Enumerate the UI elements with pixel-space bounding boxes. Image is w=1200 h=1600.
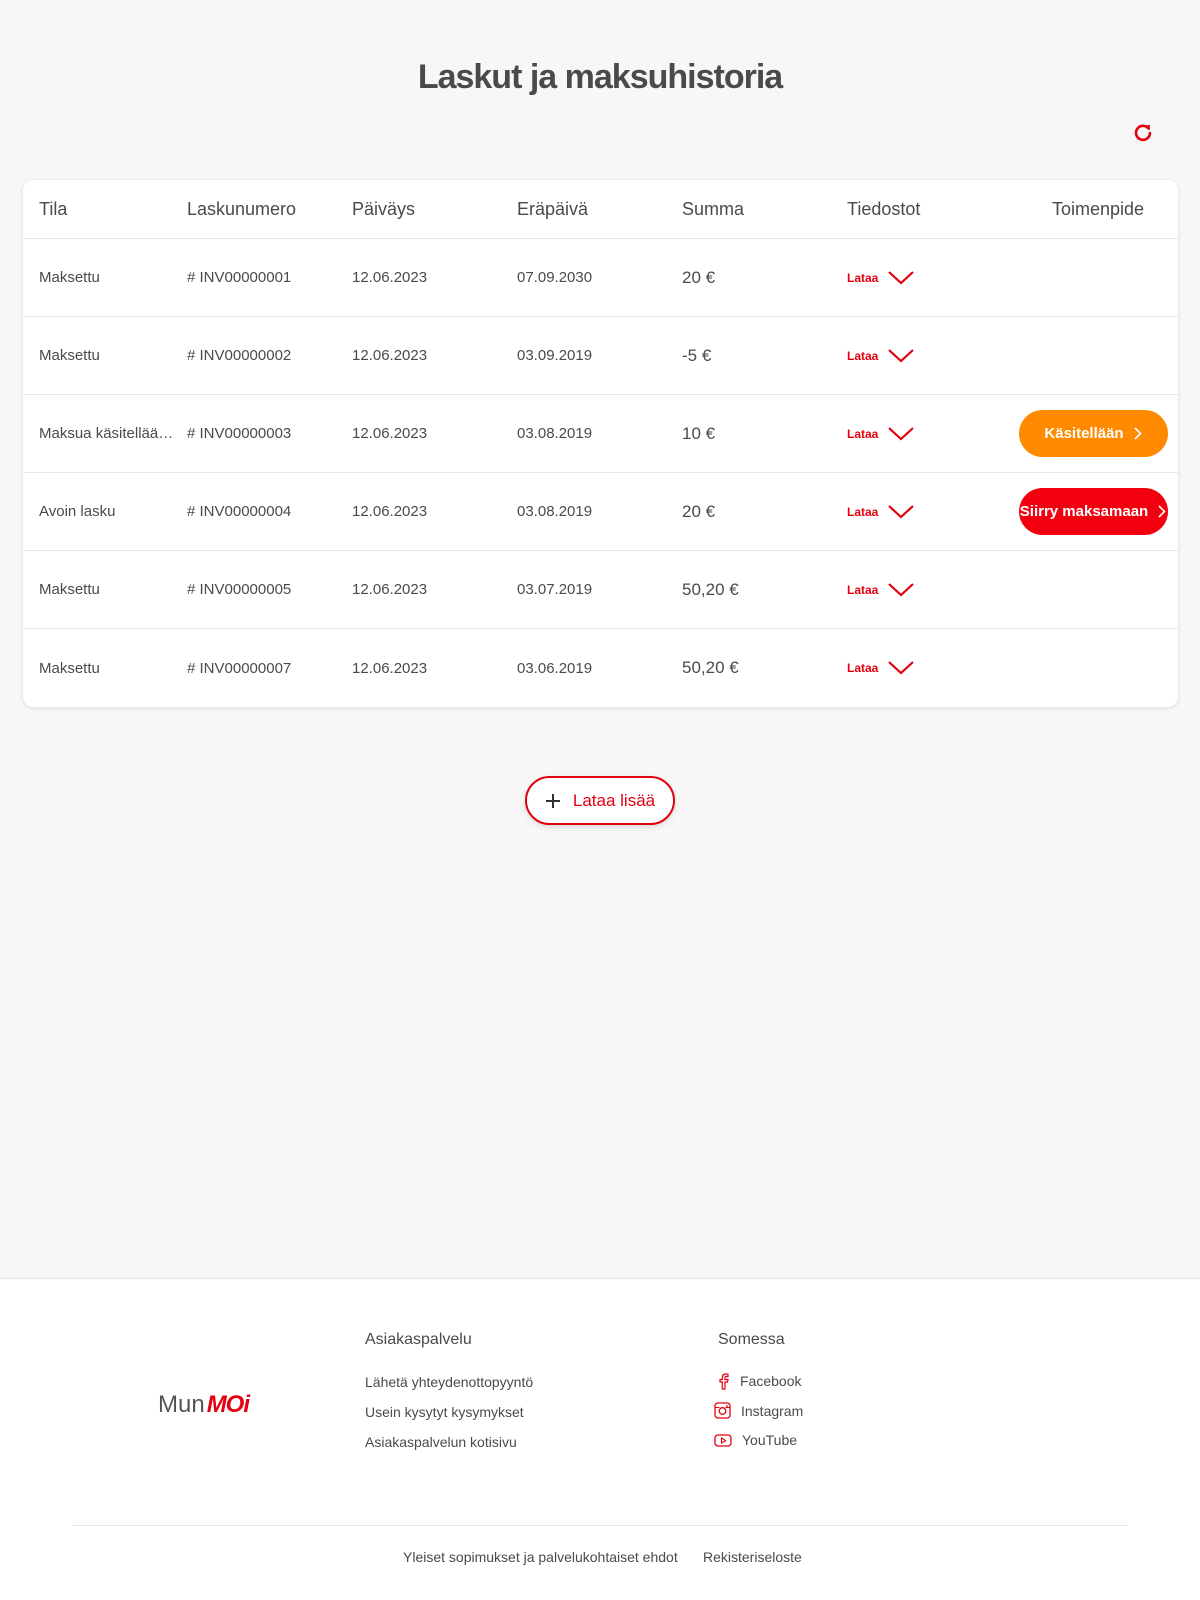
invoice-number: # INV00000002 bbox=[187, 347, 292, 364]
table-row: Maksettu # INV00000001 12.06.2023 07.09.… bbox=[23, 239, 1178, 317]
logo[interactable]: Mun MOi bbox=[158, 1391, 250, 1419]
invoice-table: Tila Laskunumero Päiväys Eräpäivä Summa … bbox=[23, 180, 1178, 707]
download-label: Lataa bbox=[847, 270, 879, 285]
invoice-date: 12.06.2023 bbox=[352, 581, 428, 598]
pay-now-button[interactable]: Siirry maksamaan bbox=[1018, 488, 1168, 535]
facebook-icon bbox=[719, 1373, 729, 1390]
invoice-date: 12.06.2023 bbox=[352, 347, 428, 364]
facebook-label: Facebook bbox=[740, 1373, 802, 1389]
privacy-register-link[interactable]: Rekisteriseloste bbox=[703, 1549, 802, 1565]
logo-moi: MOi bbox=[206, 1391, 250, 1418]
table-row: Maksettu # INV00000002 12.06.2023 03.09.… bbox=[23, 317, 1178, 395]
chevron-down-icon bbox=[888, 426, 915, 440]
download-dropdown[interactable]: Lataa bbox=[847, 348, 915, 363]
status-text: Maksettu bbox=[39, 269, 100, 286]
status-text: Maksettu bbox=[39, 581, 100, 598]
chevron-down-icon bbox=[888, 270, 915, 284]
download-dropdown[interactable]: Lataa bbox=[847, 661, 915, 675]
invoice-amount: 20 € bbox=[682, 501, 716, 521]
processing-button-label: Käsitellään bbox=[1044, 425, 1124, 442]
download-label: Lataa bbox=[847, 348, 879, 363]
chevron-down-icon bbox=[888, 582, 915, 596]
table-row: Maksettu # INV00000007 12.06.2023 03.06.… bbox=[23, 629, 1178, 707]
customer-service-home-link[interactable]: Asiakaspalvelun kotisivu bbox=[365, 1434, 517, 1450]
processing-button[interactable]: Käsitellään bbox=[1018, 410, 1168, 457]
refresh-icon[interactable] bbox=[1132, 122, 1154, 144]
invoice-amount: 20 € bbox=[682, 267, 716, 287]
invoice-due-date: 03.06.2019 bbox=[517, 659, 593, 677]
invoice-due-date: 03.08.2019 bbox=[517, 425, 593, 442]
facebook-link[interactable]: Facebook bbox=[716, 1372, 801, 1390]
header-date: Päiväys bbox=[352, 198, 416, 219]
load-more-button[interactable]: Lataa lisää bbox=[525, 776, 675, 825]
invoice-date: 12.06.2023 bbox=[352, 269, 428, 286]
invoice-number: # INV00000007 bbox=[187, 659, 292, 677]
chevron-down-icon bbox=[888, 661, 915, 675]
table-row: Maksua käsitellään... # INV00000003 12.0… bbox=[23, 395, 1178, 473]
invoice-number: # INV00000003 bbox=[187, 425, 292, 442]
invoice-amount: 50,20 € bbox=[682, 658, 739, 677]
table-row: Maksettu # INV00000005 12.06.2023 03.07.… bbox=[23, 551, 1178, 629]
social-title: Somessa bbox=[718, 1331, 785, 1348]
header-action: Toimenpide bbox=[1051, 198, 1145, 219]
chevron-down-icon bbox=[888, 504, 915, 518]
header-status: Tila bbox=[39, 198, 68, 219]
download-label: Lataa bbox=[847, 582, 879, 597]
invoice-due-date: 07.09.2030 bbox=[517, 269, 593, 286]
download-dropdown[interactable]: Lataa bbox=[847, 426, 915, 441]
invoice-due-date: 03.09.2019 bbox=[517, 347, 593, 364]
youtube-icon bbox=[714, 1433, 732, 1447]
youtube-label: YouTube bbox=[742, 1432, 798, 1448]
download-label: Lataa bbox=[847, 426, 879, 441]
header-files: Tiedostot bbox=[847, 198, 921, 219]
invoice-amount: 50,20 € bbox=[682, 579, 739, 599]
footer-divider bbox=[73, 1525, 1127, 1526]
page-title: Laskut ja maksuhistoria bbox=[417, 58, 783, 96]
download-dropdown[interactable]: Lataa bbox=[847, 270, 915, 285]
header-due-date: Eräpäivä bbox=[517, 198, 589, 219]
download-label: Lataa bbox=[847, 661, 879, 675]
contact-request-link[interactable]: Lähetä yhteydenottopyyntö bbox=[365, 1374, 533, 1390]
download-label: Lataa bbox=[847, 504, 879, 519]
invoice-due-date: 03.07.2019 bbox=[517, 581, 593, 598]
download-dropdown[interactable]: Lataa bbox=[847, 582, 915, 597]
status-text: Maksua käsitellään... bbox=[39, 425, 175, 442]
status-text: Avoin lasku bbox=[39, 503, 116, 520]
invoice-date: 12.06.2023 bbox=[352, 425, 428, 442]
instagram-icon bbox=[714, 1402, 731, 1419]
header-number: Laskunumero bbox=[187, 198, 297, 219]
invoice-number: # INV00000004 bbox=[187, 503, 292, 520]
pay-now-button-label: Siirry maksamaan bbox=[1019, 503, 1149, 520]
invoice-date: 12.06.2023 bbox=[352, 659, 428, 677]
instagram-link[interactable]: Instagram bbox=[714, 1402, 803, 1419]
status-text: Maksettu bbox=[39, 659, 100, 677]
table-row: Avoin lasku # INV00000004 12.06.2023 03.… bbox=[23, 473, 1178, 551]
invoice-due-date: 03.08.2019 bbox=[517, 503, 593, 520]
instagram-label: Instagram bbox=[741, 1402, 804, 1419]
terms-link[interactable]: Yleiset sopimukset ja palvelukohtaiset e… bbox=[403, 1549, 678, 1565]
chevron-right-icon bbox=[1158, 505, 1166, 518]
invoice-amount: -5 € bbox=[682, 345, 712, 365]
download-dropdown[interactable]: Lataa bbox=[847, 504, 915, 519]
invoice-amount: 10 € bbox=[682, 423, 716, 443]
faq-link[interactable]: Usein kysytyt kysymykset bbox=[365, 1404, 524, 1420]
plus-icon bbox=[545, 793, 560, 808]
header-amount: Summa bbox=[682, 198, 745, 219]
table-header-row: Tila Laskunumero Päiväys Eräpäivä Summa … bbox=[23, 180, 1178, 239]
chevron-down-icon bbox=[888, 348, 915, 362]
status-text: Maksettu bbox=[39, 347, 100, 364]
load-more-label: Lataa lisää bbox=[572, 790, 656, 810]
customer-service-title: Asiakaspalvelu bbox=[365, 1331, 472, 1348]
invoice-date: 12.06.2023 bbox=[352, 503, 428, 520]
invoice-number: # INV00000001 bbox=[187, 269, 292, 286]
youtube-link[interactable]: YouTube bbox=[714, 1432, 797, 1448]
logo-mun: Mun bbox=[158, 1391, 205, 1418]
footer: Mun MOi Asiakaspalvelu Lähetä yhteydenot… bbox=[0, 1278, 1200, 1600]
chevron-right-icon bbox=[1134, 427, 1142, 440]
invoice-number: # INV00000005 bbox=[187, 581, 292, 598]
